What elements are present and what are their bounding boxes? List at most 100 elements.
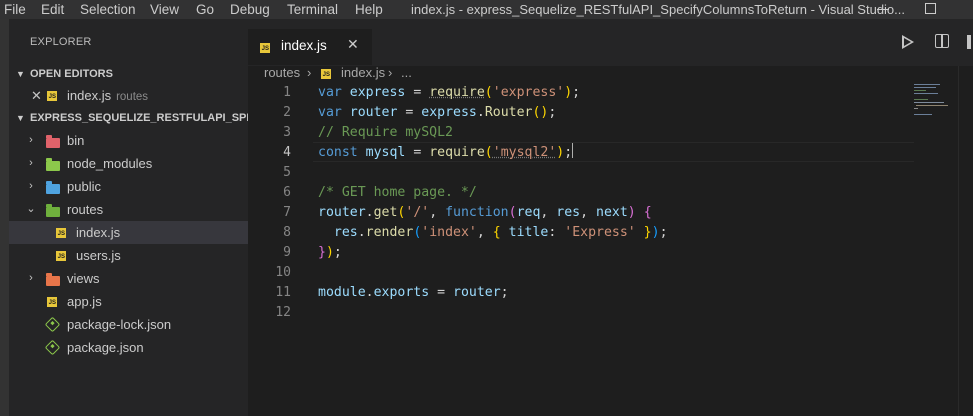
window-title: index.js - express_Sequelize_RESTfulAPI_… bbox=[411, 2, 905, 17]
code-line: 1 var express = require('express'); bbox=[248, 83, 958, 103]
code-line: 10 bbox=[248, 263, 958, 283]
chevron-right-icon: › bbox=[29, 272, 33, 284]
tab-bar: JS index.js ✕ bbox=[248, 19, 973, 66]
menu-debug[interactable]: Debug bbox=[230, 0, 270, 19]
folder-icon bbox=[46, 273, 60, 286]
code-line: 7 router.get('/', function(req, res, nex… bbox=[248, 203, 958, 223]
code-line: 12 bbox=[248, 303, 958, 323]
open-editors-header[interactable]: ▼ OPEN EDITORS bbox=[9, 63, 248, 85]
chevron-right-icon: › bbox=[29, 157, 33, 169]
folder-icon bbox=[46, 158, 60, 171]
split-editor-icon[interactable] bbox=[935, 34, 949, 48]
vertical-scrollbar[interactable] bbox=[958, 66, 973, 416]
tab-label: index.js bbox=[281, 38, 327, 53]
code-line: 9 }); bbox=[248, 243, 958, 263]
code-text: // Require mySQL2 bbox=[318, 125, 453, 140]
chevron-right-icon: › bbox=[29, 180, 33, 192]
tree-item-node-modules[interactable]: › node_modules bbox=[9, 152, 248, 175]
run-icon[interactable] bbox=[902, 35, 914, 49]
chevron-right-icon: › bbox=[388, 65, 393, 80]
nodejs-icon bbox=[44, 339, 61, 356]
nodejs-icon bbox=[44, 316, 61, 333]
js-file-icon: JS bbox=[56, 228, 66, 238]
explorer-title: EXPLORER bbox=[30, 36, 92, 48]
line-number: 11 bbox=[275, 285, 291, 300]
maximize-icon[interactable] bbox=[925, 3, 936, 14]
code-text: res.render('index', { title: 'Express' }… bbox=[333, 225, 668, 240]
folder-icon bbox=[46, 135, 60, 148]
menu-file[interactable]: File bbox=[4, 0, 26, 19]
line-number: 2 bbox=[283, 105, 291, 120]
menu-help[interactable]: Help bbox=[355, 0, 383, 19]
line-number: 3 bbox=[283, 125, 291, 140]
js-file-icon: JS bbox=[47, 297, 57, 307]
tree-item-users-js[interactable]: JS users.js bbox=[9, 244, 248, 267]
close-icon[interactable]: ✕ bbox=[31, 84, 42, 107]
tree-item-app-js[interactable]: JS app.js bbox=[9, 290, 248, 313]
code-editor[interactable]: 1 var express = require('express'); 2 va… bbox=[248, 82, 958, 416]
folder-open-icon bbox=[46, 204, 60, 217]
close-icon[interactable]: ✕ bbox=[347, 36, 359, 53]
line-number: 5 bbox=[283, 165, 291, 180]
line-number: 12 bbox=[275, 305, 291, 320]
tree-item-package-json[interactable]: package.json bbox=[9, 336, 248, 359]
code-text: }); bbox=[318, 245, 342, 260]
code-line: 5 bbox=[248, 163, 958, 183]
menu-go[interactable]: Go bbox=[196, 0, 214, 19]
line-number: 8 bbox=[283, 225, 291, 240]
open-editor-folder: routes bbox=[116, 91, 149, 103]
menu-edit[interactable]: Edit bbox=[41, 0, 64, 19]
js-file-icon: JS bbox=[321, 69, 331, 79]
open-editor-item[interactable]: ✕ JS index.js routes bbox=[9, 84, 248, 107]
tab-index-js[interactable]: JS index.js ✕ bbox=[248, 29, 372, 65]
js-file-icon: JS bbox=[47, 91, 57, 101]
folder-icon bbox=[46, 181, 60, 194]
chevron-right-icon: › bbox=[307, 65, 312, 80]
text-cursor bbox=[572, 143, 574, 158]
code-line: 11 module.exports = router; bbox=[248, 283, 958, 303]
line-number: 7 bbox=[283, 205, 291, 220]
chevron-down-icon: ▼ bbox=[16, 69, 25, 79]
code-text: var express = require('express'); bbox=[318, 85, 581, 100]
tree-item-public[interactable]: › public bbox=[9, 175, 248, 198]
line-number: 10 bbox=[275, 265, 291, 280]
menu-terminal[interactable]: Terminal bbox=[287, 0, 338, 19]
line-number: 6 bbox=[283, 185, 291, 200]
line-number: 9 bbox=[283, 245, 291, 260]
code-text: /* GET home page. */ bbox=[318, 185, 477, 200]
js-file-icon: JS bbox=[56, 251, 66, 261]
breadcrumb-folder[interactable]: routes bbox=[264, 65, 300, 80]
project-header[interactable]: ▼ EXPRESS_SEQUELIZE_RESTFULAPI_SPE... bbox=[9, 107, 248, 129]
code-line: 2 var router = express.Router(); bbox=[248, 103, 958, 123]
code-text: const mysql = require('mysql2'); bbox=[318, 143, 574, 160]
explorer-sidebar: EXPLORER ▼ OPEN EDITORS ✕ JS index.js rou… bbox=[9, 19, 248, 416]
breadcrumb-more[interactable]: ... bbox=[401, 65, 412, 80]
code-text: router.get('/', function(req, res, next)… bbox=[318, 205, 652, 220]
breadcrumb-file[interactable]: index.js bbox=[341, 65, 385, 80]
activity-bar bbox=[0, 19, 9, 416]
code-line: 8 res.render('index', { title: 'Express'… bbox=[248, 223, 958, 243]
code-line: 3 // Require mySQL2 bbox=[248, 123, 958, 143]
minimize-icon[interactable] bbox=[877, 9, 889, 10]
tree-item-index-js[interactable]: JS index.js bbox=[9, 221, 248, 244]
more-actions-icon[interactable] bbox=[967, 35, 971, 49]
code-line: 6 /* GET home page. */ bbox=[248, 183, 958, 203]
line-number: 1 bbox=[283, 85, 291, 100]
line-number: 4 bbox=[283, 145, 291, 160]
menu-view[interactable]: View bbox=[150, 0, 179, 19]
open-editor-name: index.js bbox=[67, 88, 112, 103]
title-bar: File Edit Selection View Go Debug Termin… bbox=[0, 0, 973, 19]
chevron-down-icon: ▼ bbox=[16, 113, 25, 123]
minimap[interactable] bbox=[912, 82, 960, 122]
tree-item-routes[interactable]: ⌄ routes bbox=[9, 198, 248, 221]
tree-item-package-lock-json[interactable]: package-lock.json bbox=[9, 313, 248, 336]
tree-item-bin[interactable]: › bin bbox=[9, 129, 248, 152]
menu-selection[interactable]: Selection bbox=[80, 0, 136, 19]
chevron-down-icon: ⌄ bbox=[26, 203, 36, 215]
js-file-icon: JS bbox=[260, 43, 270, 53]
chevron-right-icon: › bbox=[29, 134, 33, 146]
tree-item-views[interactable]: › views bbox=[9, 267, 248, 290]
code-text: module.exports = router; bbox=[318, 285, 509, 300]
code-line-current: 4 const mysql = require('mysql2'); bbox=[248, 143, 958, 163]
code-text: var router = express.Router(); bbox=[318, 105, 557, 120]
